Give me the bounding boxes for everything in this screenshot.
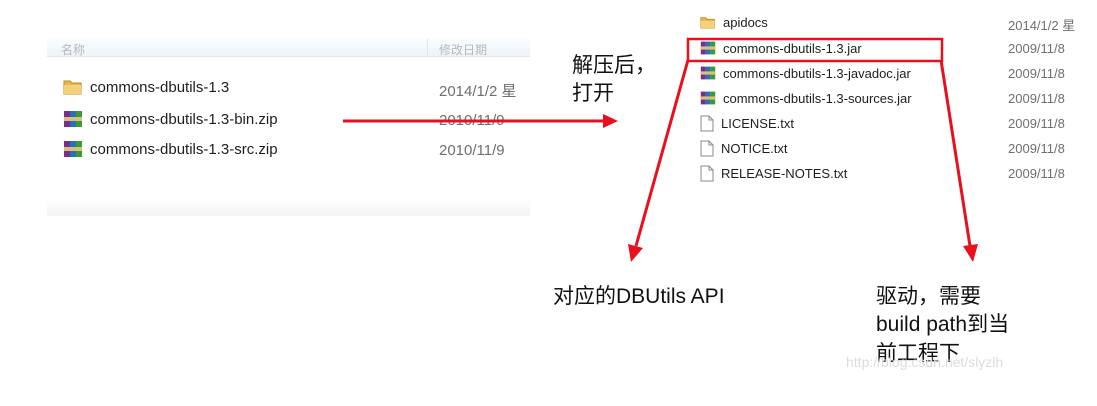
watermark: http://blog.csdn.net/slyzlh: [846, 354, 1004, 370]
api-docs-note: 对应的DBUtils API: [553, 285, 725, 308]
api-arrow-head: [628, 244, 643, 262]
unzip-arrow-head: [603, 114, 618, 128]
jar-highlight-box: [686, 37, 944, 63]
driver-arrow-line: [939, 59, 972, 247]
unzip-note: 解压后， 打开: [572, 54, 656, 106]
driver-arrow-head: [963, 244, 978, 262]
